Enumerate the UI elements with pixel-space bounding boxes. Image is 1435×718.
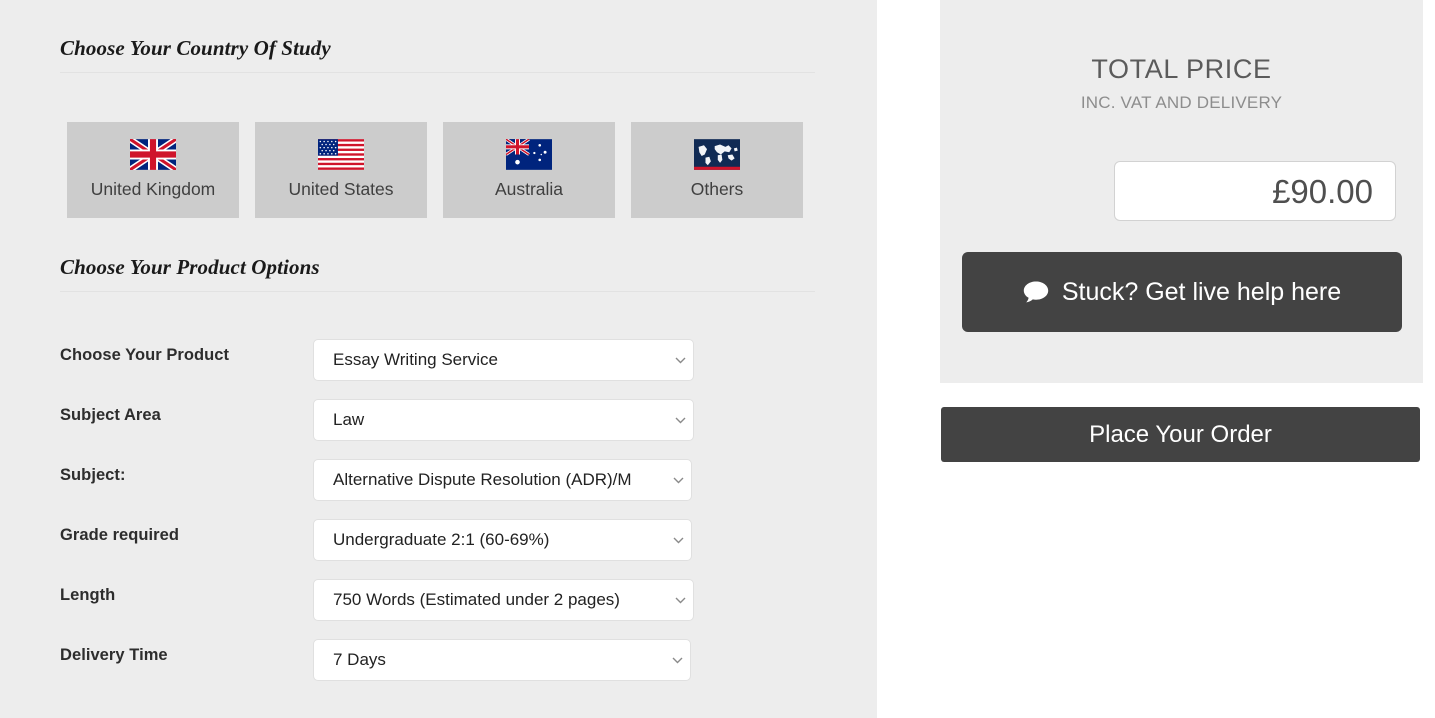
order-summary-panel: TOTAL PRICE INC. VAT AND DELIVERY £90.00… xyxy=(940,0,1423,383)
total-price-subtitle: INC. VAT AND DELIVERY xyxy=(1080,93,1283,112)
chevron-down-icon xyxy=(667,417,693,424)
product-options-form: Choose Your Product Essay Writing Servic… xyxy=(60,339,700,699)
place-order-button[interactable]: Place Your Order xyxy=(941,407,1420,462)
product-section-divider xyxy=(60,291,815,292)
configurator-panel: Choose Your Country Of Study United King… xyxy=(0,0,877,718)
total-price-value: £90.00 xyxy=(1272,172,1373,210)
form-row-subject: Subject: Alternative Dispute Resolution … xyxy=(60,459,700,519)
form-row-choose-your-product: Choose Your Product Essay Writing Servic… xyxy=(60,339,700,399)
country-tile-united-states[interactable]: United States xyxy=(255,122,427,218)
choose-your-product-select[interactable]: Essay Writing Service xyxy=(313,339,694,381)
country-tile-others[interactable]: Others xyxy=(631,122,803,218)
chevron-down-icon xyxy=(667,597,693,604)
field-label: Choose Your Product xyxy=(60,346,230,364)
chevron-down-icon xyxy=(665,477,691,484)
select-value: 7 Days xyxy=(333,650,386,669)
live-help-label: Stuck? Get live help here xyxy=(1061,277,1342,306)
form-row-grade-required: Grade required Undergraduate 2:1 (60-69%… xyxy=(60,519,700,579)
flag-australia-icon xyxy=(506,139,552,170)
form-row-delivery-time: Delivery Time 7 Days xyxy=(60,639,700,699)
country-selector: United Kingdom United States Australia O… xyxy=(67,122,803,218)
country-tile-label: United States xyxy=(288,179,394,199)
select-value: 750 Words (Estimated under 2 pages) xyxy=(333,590,620,609)
chevron-down-icon xyxy=(667,357,693,364)
country-section-divider xyxy=(60,72,815,73)
country-section-heading: Choose Your Country Of Study xyxy=(60,36,331,60)
delivery-time-select[interactable]: 7 Days xyxy=(313,639,691,681)
total-price-field: £90.00 xyxy=(1114,161,1396,221)
place-order-label: Place Your Order xyxy=(1089,420,1272,448)
chevron-down-icon xyxy=(665,537,691,544)
country-tile-label: Australia xyxy=(494,179,564,199)
globe-world-map-icon xyxy=(694,139,740,170)
field-label: Subject Area xyxy=(60,406,161,424)
length-select[interactable]: 750 Words (Estimated under 2 pages) xyxy=(313,579,694,621)
product-section-heading: Choose Your Product Options xyxy=(60,255,320,279)
country-tile-label: United Kingdom xyxy=(90,179,216,199)
select-value: Alternative Dispute Resolution (ADR)/M xyxy=(333,470,632,489)
subject-area-select[interactable]: Law xyxy=(313,399,694,441)
select-value: Undergraduate 2:1 (60-69%) xyxy=(333,530,550,549)
chevron-down-icon xyxy=(664,657,690,664)
chat-bubble-icon xyxy=(1023,280,1049,304)
field-label: Subject: xyxy=(60,466,126,484)
grade-required-select[interactable]: Undergraduate 2:1 (60-69%) xyxy=(313,519,692,561)
country-tile-label: Others xyxy=(690,179,744,199)
field-label: Delivery Time xyxy=(60,646,168,664)
flag-united-kingdom-icon xyxy=(130,139,176,170)
subject-select[interactable]: Alternative Dispute Resolution (ADR)/M xyxy=(313,459,692,501)
country-tile-australia[interactable]: Australia xyxy=(443,122,615,218)
select-value: Law xyxy=(333,410,365,429)
live-help-button[interactable]: Stuck? Get live help here xyxy=(962,252,1402,332)
select-value: Essay Writing Service xyxy=(333,350,499,369)
flag-united-states-icon xyxy=(318,139,364,170)
form-row-subject-area: Subject Area Law xyxy=(60,399,700,459)
form-row-length: Length 750 Words (Estimated under 2 page… xyxy=(60,579,700,639)
country-tile-united-kingdom[interactable]: United Kingdom xyxy=(67,122,239,218)
total-price-title: TOTAL PRICE xyxy=(1091,54,1272,84)
field-label: Length xyxy=(60,586,116,604)
field-label: Grade required xyxy=(60,526,179,544)
